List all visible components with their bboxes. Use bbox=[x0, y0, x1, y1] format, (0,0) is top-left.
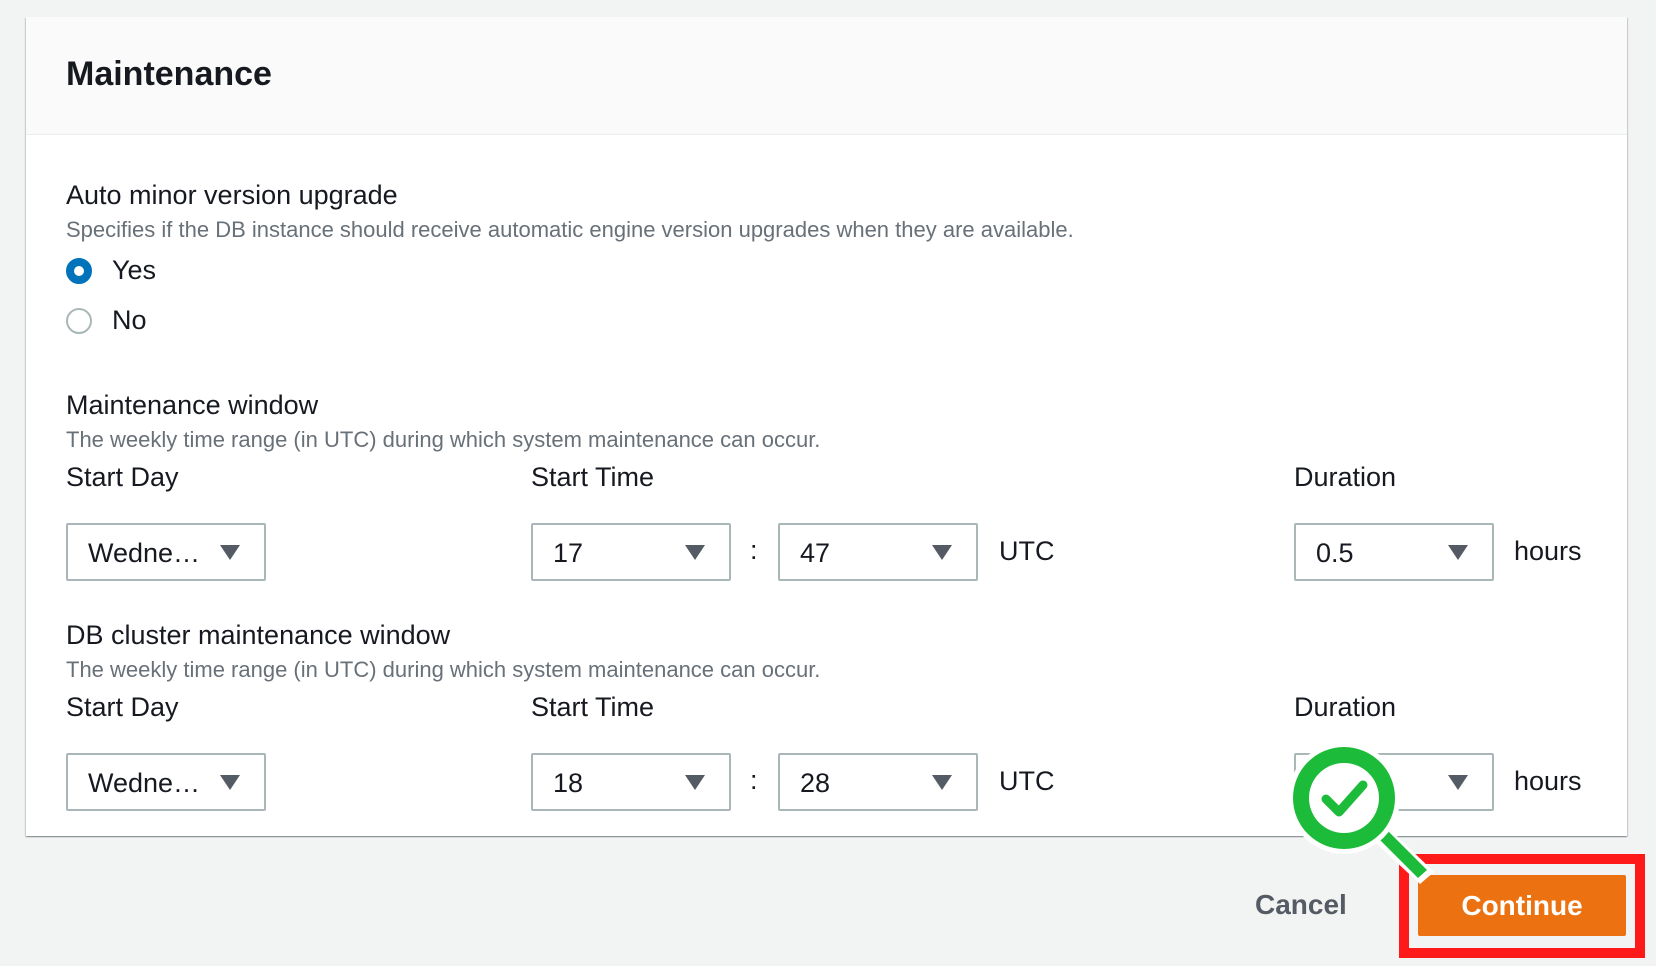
caret-down-icon bbox=[1448, 775, 1468, 790]
cw-start-day-value: Wedne… bbox=[88, 768, 201, 798]
caret-down-icon bbox=[220, 545, 240, 560]
page: Maintenance Auto minor version upgrade S… bbox=[0, 0, 1656, 966]
cw-hour-value: 18 bbox=[553, 768, 584, 798]
mw-hour-select[interactable]: 17 bbox=[531, 523, 731, 581]
caret-down-icon bbox=[220, 775, 240, 790]
cw-start-day-label: Start Day bbox=[66, 692, 179, 722]
cw-time-separator: : bbox=[750, 765, 758, 795]
cluster-window-label: DB cluster maintenance window bbox=[66, 620, 451, 650]
cluster-window-description: The weekly time range (in UTC) during wh… bbox=[66, 657, 821, 682]
radio-no[interactable]: No bbox=[66, 305, 147, 336]
mw-duration-unit: hours bbox=[1514, 536, 1582, 566]
cw-start-time-label: Start Time bbox=[531, 692, 655, 722]
caret-down-icon bbox=[932, 545, 952, 560]
maintenance-window-description: The weekly time range (in UTC) during wh… bbox=[66, 427, 821, 452]
caret-down-icon bbox=[685, 775, 705, 790]
mw-start-time-label: Start Time bbox=[531, 462, 655, 492]
auto-minor-description: Specifies if the DB instance should rece… bbox=[66, 217, 1074, 242]
panel-title: Maintenance bbox=[66, 55, 272, 93]
cw-hour-select[interactable]: 18 bbox=[531, 753, 731, 811]
mw-minute-select[interactable]: 47 bbox=[778, 523, 978, 581]
maintenance-window-label: Maintenance window bbox=[66, 390, 319, 420]
caret-down-icon bbox=[685, 545, 705, 560]
caret-down-icon bbox=[1448, 545, 1468, 560]
cw-minute-select[interactable]: 28 bbox=[778, 753, 978, 811]
radio-no-indicator[interactable] bbox=[66, 307, 92, 334]
mw-start-day-label: Start Day bbox=[66, 462, 179, 492]
cw-minute-value: 28 bbox=[800, 768, 831, 798]
cw-duration-unit: hours bbox=[1514, 766, 1582, 796]
mw-hour-value: 17 bbox=[553, 538, 584, 568]
maintenance-panel: Maintenance Auto minor version upgrade S… bbox=[26, 17, 1627, 836]
panel-header: Maintenance bbox=[26, 17, 1627, 135]
radio-yes-indicator[interactable] bbox=[66, 257, 92, 284]
continue-button[interactable]: Continue bbox=[1418, 875, 1626, 936]
auto-minor-label: Auto minor version upgrade bbox=[66, 180, 398, 210]
mw-time-separator: : bbox=[750, 535, 758, 565]
continue-button-label: Continue bbox=[1461, 889, 1583, 921]
caret-down-icon bbox=[932, 775, 952, 790]
radio-yes[interactable]: Yes bbox=[66, 255, 156, 286]
mw-duration-value: 0.5 bbox=[1316, 538, 1354, 568]
cw-duration-label: Duration bbox=[1294, 692, 1397, 722]
radio-no-label: No bbox=[112, 305, 147, 335]
cw-timezone: UTC bbox=[999, 766, 1055, 796]
mw-start-day-value: Wedne… bbox=[88, 538, 201, 568]
mw-duration-label: Duration bbox=[1294, 462, 1397, 492]
cw-start-day-select[interactable]: Wedne… bbox=[66, 753, 266, 811]
mw-minute-value: 47 bbox=[800, 538, 831, 568]
radio-yes-label: Yes bbox=[112, 255, 157, 285]
check-circle-icon bbox=[1288, 742, 1434, 884]
mw-duration-select[interactable]: 0.5 bbox=[1294, 523, 1494, 581]
mw-start-day-select[interactable]: Wedne… bbox=[66, 523, 266, 581]
mw-timezone: UTC bbox=[999, 536, 1055, 566]
